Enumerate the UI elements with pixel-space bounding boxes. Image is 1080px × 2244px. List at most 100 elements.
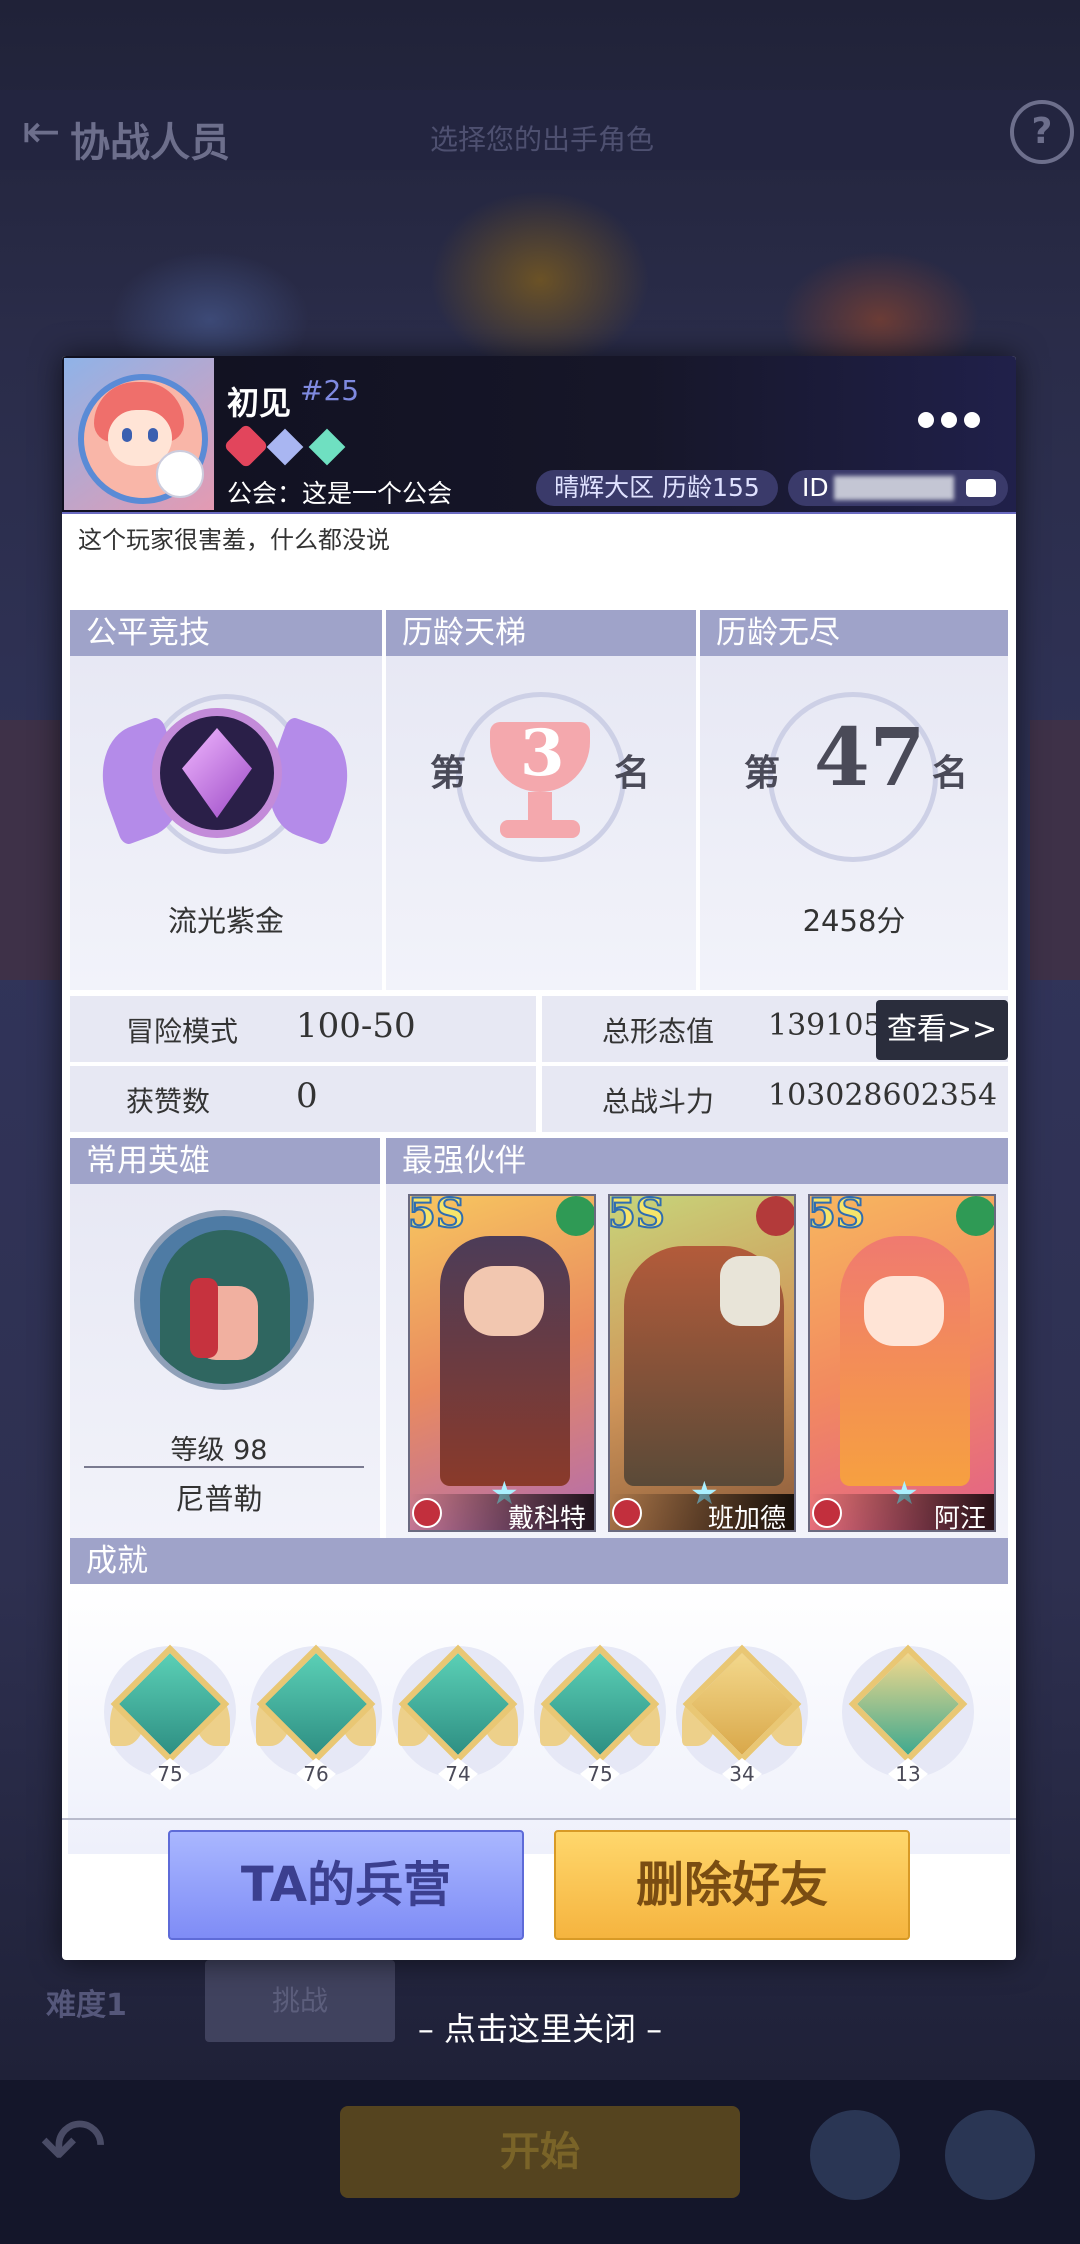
achievement-badge[interactable]: 75 xyxy=(104,1644,236,1790)
background-title: 协战人员 xyxy=(70,120,230,166)
background-side-panel-right xyxy=(1030,720,1080,980)
background-subtitle: 选择您的出手角色 xyxy=(430,123,655,156)
player-name: 初见 xyxy=(227,384,292,422)
favorite-hero-header: 常用英雄 xyxy=(70,1138,380,1184)
actions-divider xyxy=(62,1818,1016,1820)
avatar-pet xyxy=(156,450,204,498)
delete-friend-button[interactable]: 删除好友 xyxy=(554,1830,910,1940)
partner-grade: 5S xyxy=(608,1194,666,1238)
class-icon xyxy=(612,1498,642,1528)
achievement-badge[interactable]: 13 xyxy=(842,1644,974,1790)
rank-suffix: 名 xyxy=(614,753,651,794)
tap-to-close-hint[interactable]: – 点击这里关闭 – xyxy=(0,2004,1080,2050)
achievement-badge[interactable]: 74 xyxy=(392,1644,524,1790)
rank-suffix: 名 xyxy=(932,753,969,794)
achievement-count: 75 xyxy=(157,1762,183,1786)
hero-level: 等级 98 xyxy=(170,1435,268,1466)
view-barracks-button[interactable]: TA的兵营 xyxy=(168,1830,524,1940)
profile-header: 初见 #25 公会：这是一个公会 晴辉大区 历龄155 ID xyxy=(62,356,1016,514)
avatar-eye xyxy=(122,428,132,442)
ladder-header: 历龄天梯 xyxy=(386,610,696,656)
element-icon xyxy=(756,1196,794,1236)
partner-face xyxy=(464,1266,544,1336)
class-icon xyxy=(412,1498,442,1528)
back-arrow-icon: ⇤ xyxy=(22,104,61,158)
total-forms-value: 139105 xyxy=(768,1008,883,1043)
dot xyxy=(941,412,957,428)
hero-name: 尼普勒 xyxy=(175,1482,263,1516)
achievement-count: 75 xyxy=(587,1762,613,1786)
partner-skull xyxy=(720,1256,780,1326)
partner-name: 戴科特 xyxy=(507,1504,586,1532)
achievement-count: 34 xyxy=(729,1762,755,1786)
achievement-badge[interactable]: 75 xyxy=(534,1644,666,1790)
background-side-panel-left xyxy=(0,720,60,980)
endless-header: 历龄无尽 xyxy=(700,610,1008,656)
red-medal-icon xyxy=(223,423,269,469)
partner-card[interactable]: 5S ★ 戴科特 xyxy=(408,1194,596,1532)
trophy-base xyxy=(500,820,580,838)
background-round-button xyxy=(945,2110,1035,2200)
partner-card[interactable]: 5S ★ 阿汪 xyxy=(808,1194,996,1532)
player-signature: 这个玩家很害羞，什么都没说 xyxy=(78,526,390,554)
achievement-count: 76 xyxy=(303,1762,329,1786)
endless-panel[interactable]: 第 47 名 2458分 xyxy=(700,656,1008,990)
player-tag: #25 xyxy=(300,374,360,407)
total-forms-label: 总形态值 xyxy=(602,1015,715,1048)
partner-face xyxy=(864,1276,944,1346)
view-forms-button[interactable]: 查看>> xyxy=(876,1000,1008,1060)
partner-grade: 5S xyxy=(808,1194,866,1238)
fair-competition-panel[interactable]: 流光紫金 xyxy=(70,656,382,990)
background-round-button xyxy=(810,2110,900,2200)
rank-prefix: 第 xyxy=(430,753,467,794)
id-label: ID xyxy=(802,473,829,502)
player-guild: 公会：这是一个公会 xyxy=(227,479,453,508)
dot xyxy=(918,412,934,428)
return-icon: ↶ xyxy=(40,2100,108,2193)
achievements-header: 成就 xyxy=(70,1538,1008,1584)
background-hero-glow xyxy=(430,190,650,370)
element-icon xyxy=(556,1196,594,1236)
region-age-pill: 晴辉大区 历龄155 xyxy=(536,470,778,506)
partner-grade: 5S xyxy=(408,1194,466,1238)
partner-card[interactable]: 5S ★ 班加德 xyxy=(608,1194,796,1532)
achievement-badge[interactable]: 76 xyxy=(250,1644,382,1790)
likes-value: 0 xyxy=(296,1076,318,1116)
ladder-panel[interactable]: 第 3 名 xyxy=(386,656,696,990)
total-power-label: 总战斗力 xyxy=(602,1085,715,1118)
green-medal-icon xyxy=(308,428,346,466)
player-profile-dialog: 初见 #25 公会：这是一个公会 晴辉大区 历龄155 ID 这个玩家很害羞，什… xyxy=(62,356,1016,1960)
rank-prefix: 第 xyxy=(744,753,781,794)
adventure-mode-label: 冒险模式 xyxy=(126,1015,239,1048)
hero-portrait[interactable] xyxy=(134,1210,314,1390)
strongest-partners-header: 最强伙伴 xyxy=(386,1138,1008,1184)
copy-id-icon[interactable] xyxy=(966,479,996,497)
achievement-badge[interactable]: 34 xyxy=(676,1644,808,1790)
partner-name: 阿汪 xyxy=(933,1504,986,1532)
fair-competition-header: 公平竞技 xyxy=(70,610,382,656)
background-start-button: 开始 xyxy=(340,2106,740,2198)
class-icon xyxy=(812,1498,842,1528)
player-id-pill: ID xyxy=(788,470,1008,506)
dot xyxy=(964,412,980,428)
total-power-value: 103028602354 xyxy=(768,1078,998,1113)
element-icon xyxy=(956,1196,994,1236)
likes-label: 获赞数 xyxy=(126,1085,211,1118)
more-options-icon[interactable] xyxy=(914,404,984,434)
hero-hair xyxy=(190,1278,218,1358)
trophy-stem xyxy=(528,792,552,822)
adventure-mode-value: 100-50 xyxy=(296,1006,416,1046)
achievement-count: 74 xyxy=(445,1762,471,1786)
partner-figure xyxy=(840,1236,970,1486)
endless-score: 2458分 xyxy=(802,904,906,938)
endless-rank-number: 47 xyxy=(814,710,926,804)
rank-tier-name: 流光紫金 xyxy=(167,904,284,938)
achievement-count: 13 xyxy=(895,1762,921,1786)
player-avatar[interactable] xyxy=(64,358,214,510)
id-redacted xyxy=(834,476,954,500)
hero-divider xyxy=(84,1466,364,1468)
avatar-eye xyxy=(148,428,158,442)
ladder-rank-number: 3 xyxy=(520,716,565,791)
help-icon: ? xyxy=(1010,100,1074,164)
blue-medal-icon xyxy=(266,428,304,466)
